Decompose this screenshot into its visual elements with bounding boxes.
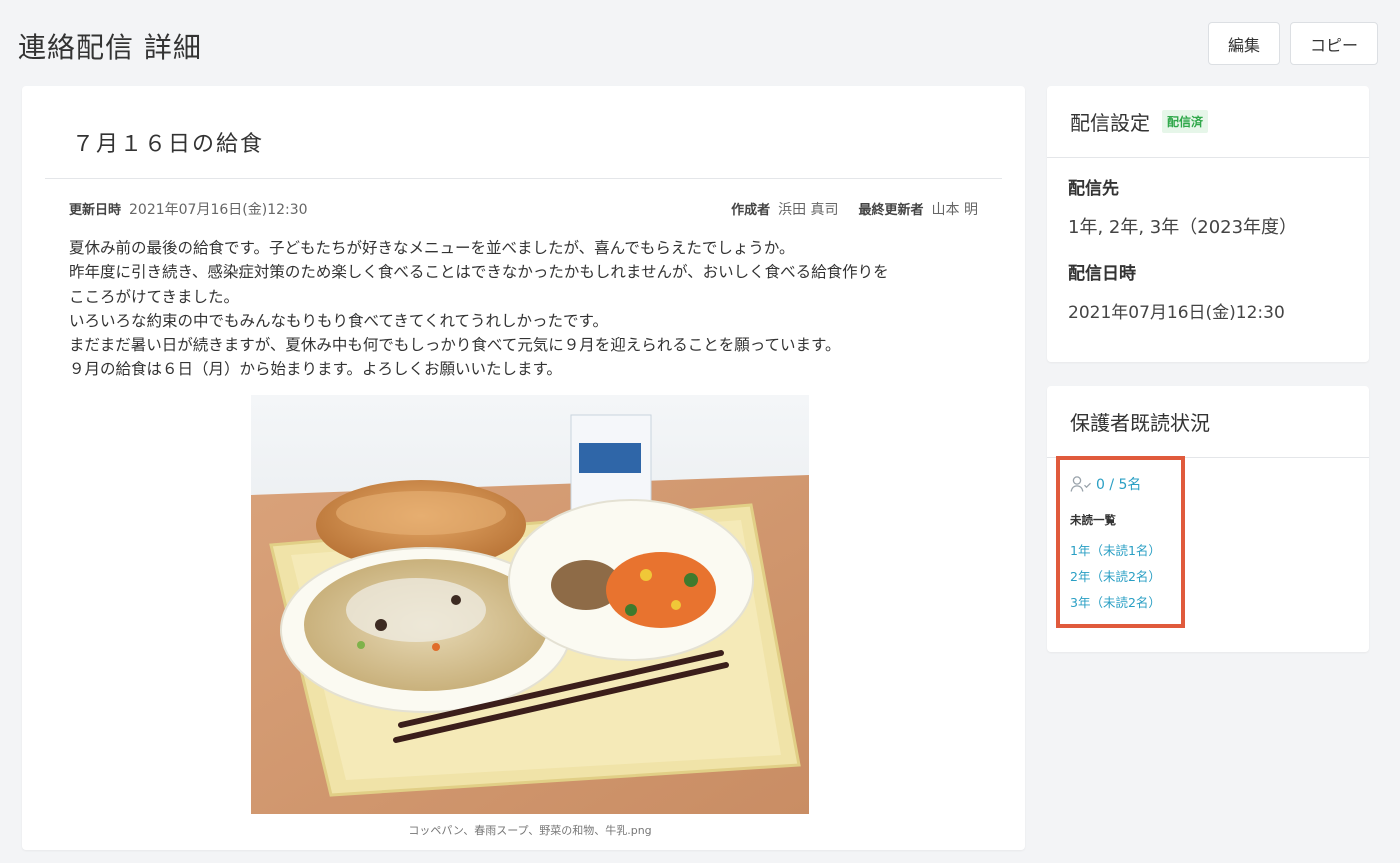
read-count-value: 0 / 5名 bbox=[1096, 477, 1142, 493]
delivery-settings-card: 配信設定 配信済 配信先 1年, 2年, 3年（2023年度） 配信日時 202… bbox=[1047, 86, 1369, 362]
delivery-settings-header: 配信設定 配信済 bbox=[1047, 86, 1369, 158]
unread-item-grade-3[interactable]: 3年（未読2名） bbox=[1070, 592, 1171, 611]
delivery-target-label: 配信先 bbox=[1068, 179, 1119, 199]
last-editor-group: 最終更新者 山本 明 bbox=[859, 199, 978, 219]
read-status-card: 保護者既読状況 0 / 5名 未読一覧 1年（未読1名） 2年（未読2名） 3年… bbox=[1047, 386, 1369, 652]
updated-meta: 更新日時 2021年07月16日(金)12:30 bbox=[69, 199, 308, 219]
unread-list-title: 未読一覧 bbox=[1070, 513, 1116, 527]
lunch-photo[interactable] bbox=[251, 395, 809, 814]
delivery-settings-title: 配信設定 bbox=[1070, 111, 1150, 135]
delivered-status-badge: 配信済 bbox=[1162, 110, 1209, 133]
delivery-settings-body: 配信先 1年, 2年, 3年（2023年度） 配信日時 2021年07月16日(… bbox=[1047, 158, 1369, 339]
author-group: 作成者 浜田 真司 bbox=[731, 199, 838, 219]
author-label: 作成者 bbox=[731, 203, 771, 218]
page-title: 連絡配信 詳細 bbox=[18, 31, 202, 64]
edit-button[interactable]: 編集 bbox=[1208, 22, 1280, 65]
author-value: 浜田 真司 bbox=[778, 202, 839, 218]
read-status-title: 保護者既読状況 bbox=[1070, 411, 1210, 435]
photo-caption: コッペパン、春雨スープ、野菜の和物、牛乳.png bbox=[408, 824, 652, 837]
message-detail-card: ７月１６日の給食 更新日時 2021年07月16日(金)12:30 作成者 浜田 真… bbox=[22, 86, 1025, 850]
read-status-header: 保護者既読状況 bbox=[1047, 386, 1369, 458]
unread-item-grade-1[interactable]: 1年（未読1名） bbox=[1070, 540, 1171, 559]
user-check-icon bbox=[1070, 475, 1092, 493]
lunch-photo-illustration bbox=[251, 395, 809, 814]
delivery-date-label: 配信日時 bbox=[1068, 264, 1136, 284]
last-editor-label: 最終更新者 bbox=[858, 203, 924, 218]
top-actions: 編集 コピー bbox=[1208, 22, 1378, 65]
message-body: 夏休み前の最後の給食です。子どもたちが好きなメニューを並べましたが、喜んでもらえ… bbox=[69, 239, 889, 379]
author-meta: 作成者 浜田 真司 最終更新者 山本 明 bbox=[731, 199, 978, 219]
read-count-link[interactable]: 0 / 5名 bbox=[1070, 474, 1171, 494]
title-divider bbox=[45, 178, 1002, 179]
message-title: ７月１６日の給食 bbox=[72, 132, 265, 157]
updated-value: 2021年07月16日(金)12:30 bbox=[129, 202, 308, 218]
last-editor-value: 山本 明 bbox=[931, 202, 978, 218]
delivery-date-value: 2021年07月16日(金)12:30 bbox=[1068, 303, 1285, 323]
updated-label: 更新日時 bbox=[69, 203, 122, 218]
read-status-highlight: 0 / 5名 未読一覧 1年（未読1名） 2年（未読2名） 3年（未読2名） bbox=[1056, 456, 1185, 628]
unread-item-grade-2[interactable]: 2年（未読2名） bbox=[1070, 566, 1171, 585]
delivery-target-value: 1年, 2年, 3年（2023年度） bbox=[1068, 217, 1298, 238]
copy-button[interactable]: コピー bbox=[1290, 22, 1378, 65]
